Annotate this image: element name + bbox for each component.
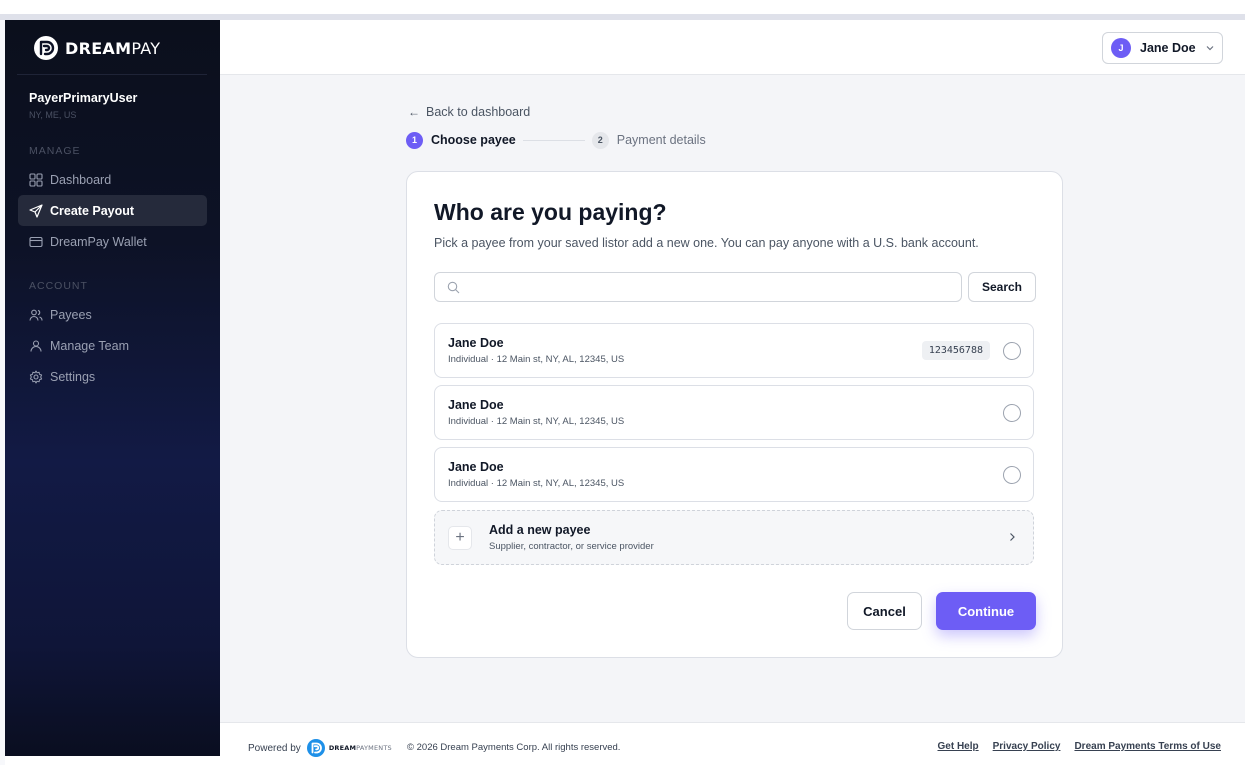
payee-row[interactable]: Jane Doe Individual · 12 Main st, NY, AL… — [434, 447, 1034, 502]
payee-row[interactable]: Jane Doe Individual · 12 Main st, NY, AL… — [434, 385, 1034, 440]
sidebar-item-label: Settings — [50, 369, 96, 384]
cancel-button[interactable]: Cancel — [847, 592, 922, 630]
step-label-payment-details: Payment details — [616, 133, 706, 147]
step-connector — [522, 139, 585, 141]
payee-account-badge: 123456788 — [921, 341, 990, 360]
account-location: NY, ME, US — [29, 110, 77, 120]
payee-radio[interactable] — [1003, 342, 1021, 360]
add-payee-subtitle: Supplier, contractor, or service provide… — [489, 541, 654, 552]
user-menu-name: Jane Doe — [1140, 41, 1196, 55]
section-label-manage: MANAGE — [29, 145, 81, 157]
main-content: ← Back to dashboard 1 Choose payee 2 Pay… — [220, 75, 1245, 722]
footer-links: Get Help Privacy Policy Dream Payments T… — [938, 741, 1222, 752]
plus-icon: + — [448, 526, 472, 550]
user-menu-button[interactable]: J Jane Doe — [1102, 32, 1223, 64]
step-number-2: 2 — [591, 131, 609, 149]
avatar: J — [1111, 38, 1131, 58]
back-link-label: Back to dashboard — [426, 105, 531, 119]
footer: Powered by DREAMPAYMENTS © 2026 Dream Pa… — [220, 722, 1245, 765]
search-field[interactable] — [434, 272, 962, 302]
add-new-payee-button[interactable]: + Add a new payee Supplier, contractor, … — [434, 510, 1034, 565]
brand-logo[interactable]: DREAMPAY — [32, 34, 160, 62]
top-header: J Jane Doe — [220, 20, 1245, 75]
sidebar-item-manage-team[interactable]: Manage Team — [18, 330, 207, 361]
search-button[interactable]: Search — [968, 272, 1036, 302]
step-number-1: 1 — [406, 131, 423, 149]
arrow-left-icon: ← — [408, 105, 420, 119]
payee-radio[interactable] — [1003, 404, 1021, 422]
wallet-icon — [29, 235, 43, 249]
powered-by: Powered by DREAMPAYMENTS — [248, 738, 392, 758]
sidebar-item-dashboard[interactable]: Dashboard — [18, 164, 207, 195]
sidebar-item-label: Manage Team — [50, 338, 129, 353]
stepper: 1 Choose payee 2 Payment details — [406, 131, 706, 149]
section-label-account: ACCOUNT — [29, 280, 88, 292]
payee-radio[interactable] — [1003, 466, 1021, 484]
sidebar-item-payees[interactable]: Payees — [18, 299, 207, 330]
payee-name: Jane Doe — [448, 336, 504, 350]
dream-payments-logo-icon — [306, 739, 325, 757]
step-label-choose-payee: Choose payee — [431, 133, 516, 147]
choose-payee-card: Who are you paying? Pick a payee from yo… — [406, 171, 1063, 658]
search-input[interactable] — [468, 280, 948, 294]
search-icon — [447, 281, 460, 293]
sidebar-item-settings[interactable]: Settings — [18, 361, 207, 392]
copyright-text: © 2026 Dream Payments Corp. All rights r… — [407, 742, 621, 753]
sidebar-item-label: DreamPay Wallet — [50, 234, 147, 249]
sidebar-divider — [17, 74, 207, 75]
window-top-strip — [0, 0, 1245, 20]
add-payee-title: Add a new payee — [489, 523, 591, 537]
gear-icon — [29, 370, 43, 384]
get-help-link[interactable]: Get Help — [938, 741, 979, 752]
chevron-right-icon — [1010, 533, 1015, 541]
sidebar-item-label: Create Payout — [50, 203, 135, 218]
continue-button[interactable]: Continue — [936, 592, 1036, 630]
users-icon — [29, 308, 43, 322]
sidebar: DREAMPAY PayerPrimaryUser NY, ME, US MAN… — [5, 20, 220, 756]
page-title: Who are you paying? — [434, 199, 667, 225]
sidebar-item-dreampay-wallet[interactable]: DreamPay Wallet — [18, 226, 207, 257]
payee-name: Jane Doe — [448, 460, 504, 474]
privacy-policy-link[interactable]: Privacy Policy — [993, 741, 1061, 752]
brand-name: DREAMPAY — [65, 38, 161, 58]
powered-by-label: Powered by — [248, 742, 301, 754]
back-to-dashboard-link[interactable]: ← Back to dashboard — [408, 105, 530, 119]
footer-brand-name: DREAMPAYMENTS — [328, 744, 392, 752]
payee-details: Individual · 12 Main st, NY, AL, 12345, … — [448, 416, 625, 427]
sidebar-item-create-payout[interactable]: Create Payout — [18, 195, 207, 226]
page-subtitle: Pick a payee from your saved listor add … — [434, 236, 979, 250]
grid-icon — [29, 172, 43, 187]
account-name: PayerPrimaryUser — [29, 91, 138, 105]
user-icon — [29, 339, 43, 353]
sidebar-item-label: Dashboard — [50, 172, 112, 187]
sidebar-item-label: Payees — [50, 307, 92, 322]
payee-row[interactable]: Jane Doe Individual · 12 Main st, NY, AL… — [434, 323, 1034, 378]
payee-name: Jane Doe — [448, 398, 504, 412]
payee-details: Individual · 12 Main st, NY, AL, 12345, … — [448, 478, 625, 489]
terms-of-use-link[interactable]: Dream Payments Terms of Use — [1074, 741, 1221, 752]
dreampay-logo-icon — [34, 36, 58, 60]
send-icon — [29, 203, 43, 218]
payee-details: Individual · 12 Main st, NY, AL, 12345, … — [448, 354, 625, 365]
chevron-down-icon — [1206, 46, 1214, 51]
